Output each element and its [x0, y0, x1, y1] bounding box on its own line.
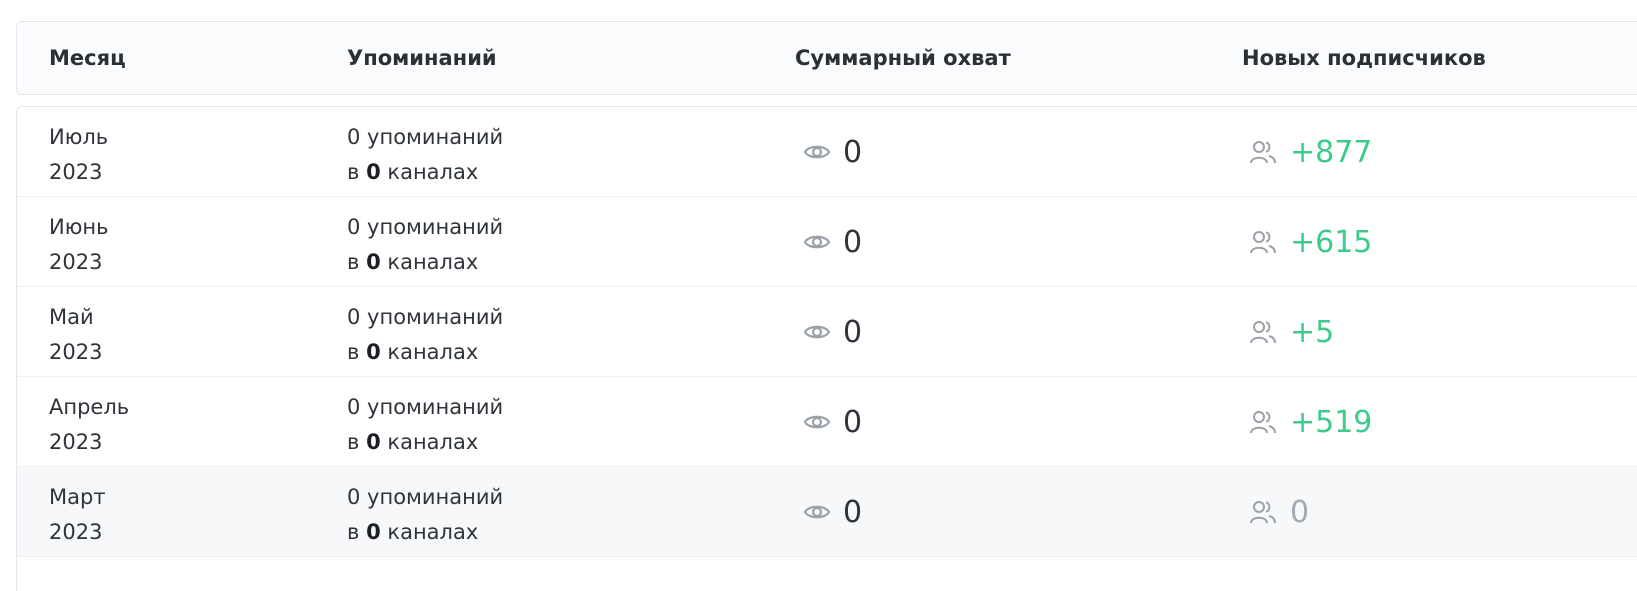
reach-value: 0: [843, 314, 863, 350]
mentions-cell: 0 упоминаний в 0 каналах: [347, 120, 503, 190]
table-row[interactable]: Июль 2023 0 упоминаний в 0 каналах 0 +87…: [17, 107, 1637, 197]
channels-count: в 0 каналах: [347, 425, 503, 460]
column-header-month[interactable]: Месяц: [49, 22, 126, 94]
table-header: Месяц Упоминаний Суммарный охват Новых п…: [16, 21, 1637, 95]
mentions-cell: 0 упоминаний в 0 каналах: [347, 480, 503, 550]
reach-cell: 0: [803, 313, 862, 351]
month-cell: Март 2023: [49, 480, 106, 550]
table-row[interactable]: Апрель 2023 0 упоминаний в 0 каналах 0 +…: [17, 377, 1637, 467]
table-row[interactable]: Июнь 2023 0 упоминаний в 0 каналах 0 +61…: [17, 197, 1637, 287]
channels-number: 0: [366, 160, 381, 184]
column-header-mentions[interactable]: Упоминаний: [347, 22, 497, 94]
month-name: Май: [49, 305, 94, 329]
channels-prefix: в: [347, 250, 360, 274]
reach-cell: 0: [803, 403, 862, 441]
month-cell: Апрель 2023: [49, 390, 129, 460]
month-year: 2023: [49, 520, 103, 544]
reach-value: 0: [843, 224, 863, 260]
channels-count: в 0 каналах: [347, 515, 503, 550]
table-row[interactable]: Май 2023 0 упоминаний в 0 каналах 0 +5: [17, 287, 1637, 377]
mentions-count: 0 упоминаний: [347, 305, 504, 329]
subscribers-value: +519: [1290, 404, 1373, 440]
month-name: Март: [49, 485, 106, 509]
eye-icon: [803, 145, 831, 159]
month-name: Апрель: [49, 395, 130, 419]
subscribers-cell: +615: [1249, 223, 1372, 261]
users-icon: [1250, 321, 1276, 344]
reach-cell: 0: [803, 493, 862, 531]
channels-suffix: каналах: [387, 430, 479, 454]
mentions-cell: 0 упоминаний в 0 каналах: [347, 300, 503, 370]
month-cell: Июнь 2023: [49, 210, 109, 280]
mentions-count: 0 упоминаний: [347, 395, 504, 419]
channels-prefix: в: [347, 520, 360, 544]
channels-suffix: каналах: [387, 520, 479, 544]
channels-count: в 0 каналах: [347, 155, 503, 190]
channels-prefix: в: [347, 340, 360, 364]
reach-value: 0: [843, 134, 863, 170]
channels-number: 0: [366, 520, 381, 544]
channels-number: 0: [366, 250, 381, 274]
channels-prefix: в: [347, 430, 360, 454]
month-cell: Май 2023: [49, 300, 102, 370]
channels-suffix: каналах: [387, 250, 479, 274]
table-row[interactable]: Март 2023 0 упоминаний в 0 каналах 0 0: [17, 467, 1637, 557]
eye-icon: [803, 505, 831, 519]
channels-count: в 0 каналах: [347, 335, 503, 370]
subscribers-value: 0: [1290, 494, 1310, 530]
eye-icon: [803, 415, 831, 429]
users-icon: [1250, 501, 1276, 524]
table-body: Июль 2023 0 упоминаний в 0 каналах 0 +87…: [16, 106, 1637, 591]
month-name: Июль: [49, 125, 109, 149]
month-year: 2023: [49, 250, 103, 274]
month-year: 2023: [49, 160, 103, 184]
month-cell: Июль 2023: [49, 120, 108, 190]
month-year: 2023: [49, 430, 103, 454]
users-icon: [1250, 231, 1276, 254]
subscribers-value: +5: [1290, 314, 1335, 350]
reach-value: 0: [843, 404, 863, 440]
month-year: 2023: [49, 340, 103, 364]
channels-suffix: каналах: [387, 160, 479, 184]
subscribers-value: +615: [1290, 224, 1373, 260]
users-icon: [1250, 141, 1276, 164]
channels-number: 0: [366, 430, 381, 454]
mentions-count: 0 упоминаний: [347, 215, 504, 239]
channels-number: 0: [366, 340, 381, 364]
eye-icon: [803, 325, 831, 339]
subscribers-cell: 0: [1249, 493, 1309, 531]
mentions-count: 0 упоминаний: [347, 125, 504, 149]
month-name: Июнь: [49, 215, 109, 239]
channels-prefix: в: [347, 160, 360, 184]
subscribers-cell: +877: [1249, 133, 1372, 171]
mentions-cell: 0 упоминаний в 0 каналах: [347, 210, 503, 280]
reach-cell: 0: [803, 133, 862, 171]
stats-page: Месяц Упоминаний Суммарный охват Новых п…: [0, 0, 1637, 591]
eye-icon: [803, 235, 831, 249]
users-icon: [1250, 411, 1276, 434]
reach-value: 0: [843, 494, 863, 530]
reach-cell: 0: [803, 223, 862, 261]
column-header-reach[interactable]: Суммарный охват: [795, 22, 1011, 94]
column-header-subscribers[interactable]: Новых подписчиков: [1242, 22, 1486, 94]
channels-suffix: каналах: [387, 340, 479, 364]
subscribers-cell: +5: [1249, 313, 1334, 351]
subscribers-value: +877: [1290, 134, 1373, 170]
channels-count: в 0 каналах: [347, 245, 503, 280]
mentions-cell: 0 упоминаний в 0 каналах: [347, 390, 503, 460]
subscribers-cell: +519: [1249, 403, 1372, 441]
mentions-count: 0 упоминаний: [347, 485, 504, 509]
